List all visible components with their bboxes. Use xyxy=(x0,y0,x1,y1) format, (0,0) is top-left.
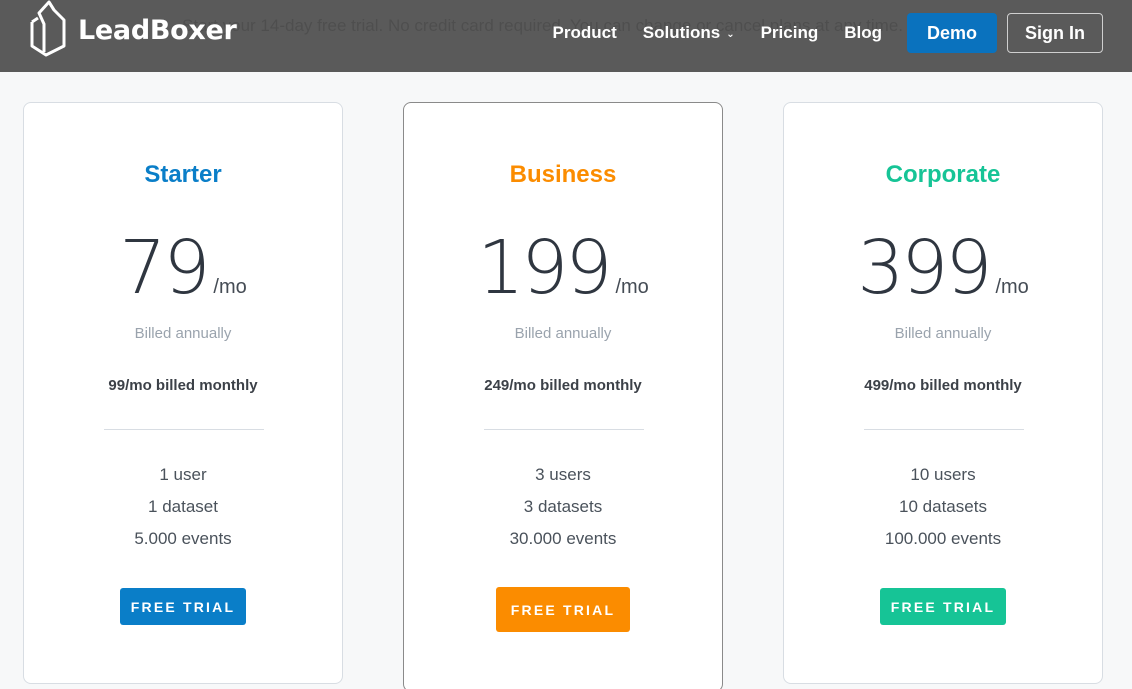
leadboxer-logo-icon xyxy=(30,0,66,57)
feature-item: 100.000 events xyxy=(884,529,1002,548)
divider xyxy=(484,429,644,430)
logo-text: LeadBoxer xyxy=(78,14,237,46)
feature-item: 1 dataset xyxy=(148,497,218,516)
feature-item: 3 datasets xyxy=(523,497,603,516)
top-navigation: LeadBoxer Product Solutions ⌄ Pricing Bl… xyxy=(0,0,1132,72)
price-amount: 399 xyxy=(857,225,992,311)
nav-pricing[interactable]: Pricing xyxy=(761,23,819,43)
price-amount: 79 xyxy=(119,225,210,311)
nav-blog[interactable]: Blog xyxy=(844,23,882,43)
sign-in-button[interactable]: Sign In xyxy=(1007,13,1103,53)
plan-name: Starter xyxy=(144,161,222,188)
nav-solutions[interactable]: Solutions ⌄ xyxy=(643,23,735,43)
nav-solutions-label: Solutions xyxy=(642,23,721,42)
free-trial-button-starter[interactable]: FREE TRIAL xyxy=(120,588,246,625)
plan-card-corporate: Corporate 399 /mo Billed annually 499/mo… xyxy=(783,102,1103,684)
price-row: 199 /mo xyxy=(404,231,722,305)
free-trial-button-corporate[interactable]: FREE TRIAL xyxy=(880,588,1006,625)
billed-annually-note: Billed annually xyxy=(894,325,992,342)
plan-name: Corporate xyxy=(885,161,1001,188)
price-row: 399 /mo xyxy=(784,231,1102,305)
feature-item: 10 users xyxy=(910,465,976,484)
feature-list: 3 users 3 datasets 30.000 events xyxy=(404,463,722,559)
feature-item: 3 users xyxy=(535,465,591,484)
feature-item: 5.000 events xyxy=(134,529,232,548)
billed-annually-note: Billed annually xyxy=(514,325,612,342)
divider xyxy=(864,429,1024,430)
nav-product-label: Product xyxy=(552,23,617,42)
divider xyxy=(104,429,264,430)
feature-list: 1 user 1 dataset 5.000 events xyxy=(24,463,342,559)
chevron-down-icon: ⌄ xyxy=(726,28,735,40)
plan-card-starter: Starter 79 /mo Billed annually 99/mo bil… xyxy=(23,102,343,684)
feature-list: 10 users 10 datasets 100.000 events xyxy=(784,463,1102,559)
logo[interactable]: LeadBoxer xyxy=(28,0,237,60)
monthly-price-note: 249/mo billed monthly xyxy=(484,377,642,394)
plan-name: Business xyxy=(509,161,617,188)
billed-annually-note: Billed annually xyxy=(134,325,232,342)
free-trial-button-business[interactable]: FREE TRIAL xyxy=(496,587,630,632)
price-period: /mo xyxy=(213,276,247,298)
monthly-price-note: 499/mo billed monthly xyxy=(864,377,1022,394)
demo-button[interactable]: Demo xyxy=(907,13,997,53)
plan-card-business: Business 199 /mo Billed annually 249/mo … xyxy=(403,102,723,689)
nav-links: Product Solutions ⌄ Pricing Blog Demo Si… xyxy=(553,13,1103,53)
pricing-page: Start your 14-day free trial. No credit … xyxy=(0,0,1132,689)
monthly-price-note: 99/mo billed monthly xyxy=(108,377,258,394)
nav-pricing-label: Pricing xyxy=(760,23,819,42)
price-period: /mo xyxy=(615,276,649,298)
feature-item: 10 datasets xyxy=(899,497,987,516)
nav-blog-label: Blog xyxy=(844,23,882,42)
nav-product[interactable]: Product xyxy=(553,23,617,43)
feature-item: 1 user xyxy=(159,465,207,484)
price-amount: 199 xyxy=(477,225,612,311)
feature-item: 30.000 events xyxy=(509,529,617,548)
price-period: /mo xyxy=(995,276,1029,298)
price-row: 79 /mo xyxy=(24,231,342,305)
